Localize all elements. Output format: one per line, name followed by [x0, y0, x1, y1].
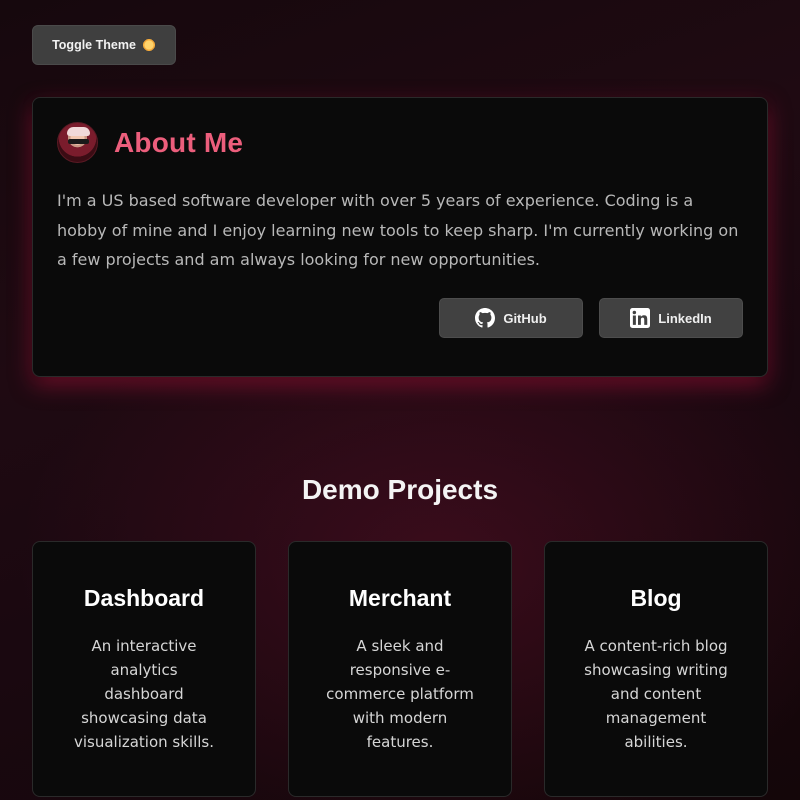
project-title: Merchant — [348, 584, 452, 611]
toggle-theme-label: Toggle Theme — [52, 38, 136, 52]
project-card-blog[interactable]: Blog A content-rich blog showcasing writ… — [544, 541, 768, 797]
about-title: About Me — [114, 126, 244, 158]
project-title: Dashboard — [83, 584, 205, 611]
linkedin-label: LinkedIn — [658, 310, 712, 326]
project-description: An interactive analytics dashboard showc… — [73, 636, 215, 751]
project-description: A sleek and responsive e-commerce platfo… — [326, 636, 474, 751]
about-header: About Me — [57, 122, 243, 163]
linkedin-button[interactable]: LinkedIn — [599, 298, 743, 338]
project-card-dashboard[interactable]: Dashboard An interactive analytics dashb… — [32, 541, 256, 797]
linkedin-icon — [630, 308, 651, 328]
project-title: Blog — [630, 584, 682, 611]
project-card-merchant[interactable]: Merchant A sleek and responsive e-commer… — [288, 541, 512, 797]
toggle-theme-button[interactable]: Toggle Theme — [32, 25, 176, 65]
about-me-card: About Me I'm a US based software develop… — [32, 97, 768, 377]
github-button[interactable]: GitHub — [439, 298, 583, 338]
github-icon — [475, 308, 496, 328]
avatar — [57, 122, 98, 163]
about-text: I'm a US based software developer with o… — [57, 191, 739, 269]
project-description: A content-rich blog showcasing writing a… — [584, 636, 728, 751]
github-label: GitHub — [503, 310, 547, 326]
demo-projects-title: Demo Projects — [301, 474, 499, 505]
sun-icon — [141, 38, 156, 52]
